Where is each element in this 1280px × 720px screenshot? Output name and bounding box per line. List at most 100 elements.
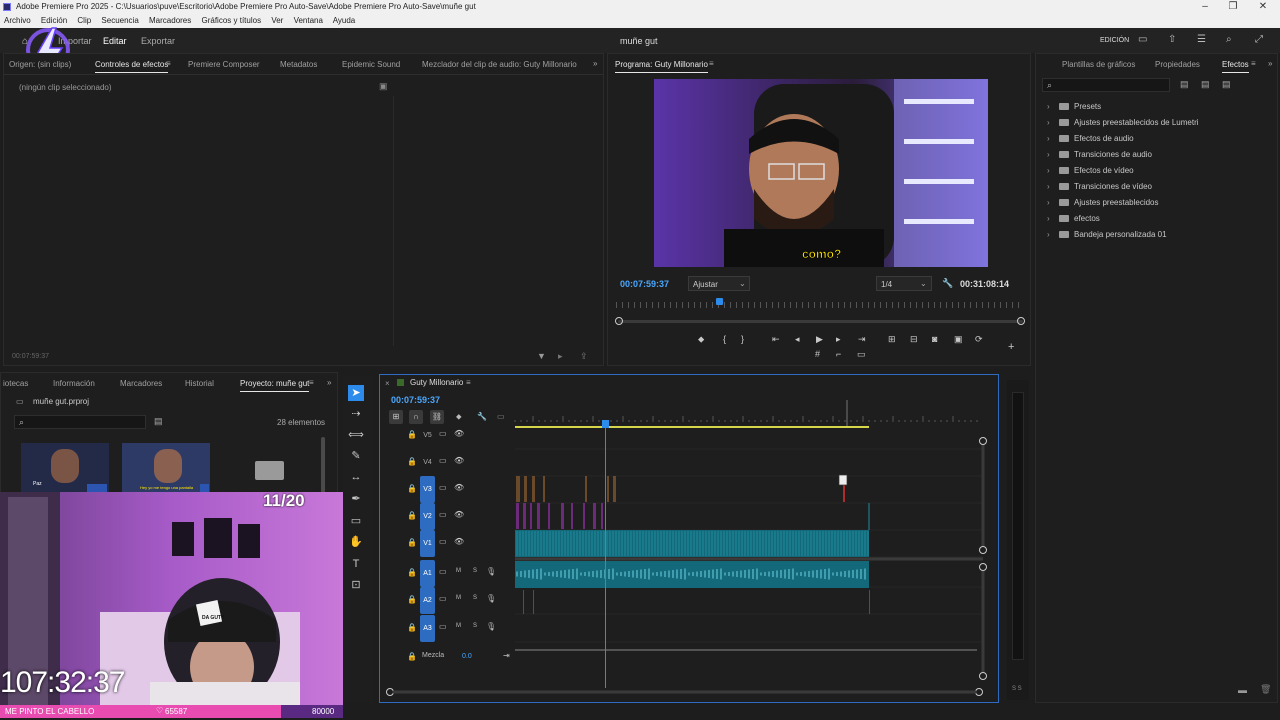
track-target-label[interactable]: V3 (420, 476, 435, 503)
mute-button[interactable]: M (456, 595, 461, 601)
sync-lock-icon[interactable]: ▭ (439, 483, 447, 492)
project-thumb-2[interactable]: Hey yo me tengo una pantalla (122, 443, 210, 493)
eye-icon[interactable]: 👁 (454, 456, 464, 465)
lock-icon[interactable]: 🔒 (407, 595, 417, 604)
close-button[interactable]: ✕ (1248, 0, 1278, 14)
maximize-button[interactable]: ❐ (1218, 0, 1248, 14)
eye-icon[interactable]: 👁 (454, 510, 464, 519)
add-button-icon[interactable]: + (1008, 341, 1014, 353)
lock-icon[interactable]: 🔒 (407, 568, 417, 577)
fullscreen-icon[interactable]: ⤢ (1255, 34, 1263, 45)
go-to-out-icon[interactable]: ⇥ (858, 334, 866, 345)
wrench-icon[interactable]: 🔧 (942, 278, 953, 289)
mic-icon[interactable]: 🎙 (486, 594, 496, 603)
tab-effect-controls[interactable]: Controles de efectos (95, 60, 169, 73)
track-header-a2[interactable]: 🔒 A2 ▭ M S 🎙 (400, 587, 512, 614)
track-target-label[interactable]: A1 (420, 560, 435, 587)
tab-audio-mixer[interactable]: Mezclador del clip de audio: Guty Millon… (422, 60, 577, 69)
expand-panels-icon[interactable]: » (593, 59, 597, 68)
delete-icon[interactable]: 🗑 (1260, 684, 1271, 695)
tab-epidemic-sound[interactable]: Epidemic Sound (342, 60, 400, 69)
mic-icon[interactable]: 🎙 (486, 567, 496, 576)
tab-project[interactable]: Proyecto: muñe gut (240, 379, 310, 392)
eye-icon[interactable]: 👁 (454, 429, 464, 438)
effects-item-video-transitions[interactable]: › Transiciones de vídeo (1047, 182, 1152, 191)
tab-menu-icon[interactable]: ≡ (166, 59, 171, 68)
menu-secuencia[interactable]: Secuencia (101, 16, 138, 25)
step-back-icon[interactable]: ◂ (795, 334, 800, 345)
add-marker-icon[interactable]: ⬥ (698, 334, 704, 345)
sync-lock-icon[interactable]: ▭ (439, 594, 447, 603)
new-bin-icon[interactable]: ▬ (1238, 685, 1247, 695)
slip-tool-icon[interactable]: ↔ (348, 469, 364, 485)
lock-icon[interactable]: 🔒 (407, 484, 417, 493)
go-to-in-icon[interactable]: ⇤ (772, 334, 780, 345)
tab-history[interactable]: Historial (185, 379, 214, 388)
close-sequence-icon[interactable]: × (385, 379, 390, 388)
accelerated-effects-icon[interactable]: ▤ (1180, 79, 1189, 90)
tab-premiere-composer[interactable]: Premiere Composer (188, 60, 260, 69)
effects-item-audio-effects[interactable]: › Efectos de audio (1047, 134, 1134, 143)
track-target-label[interactable]: V4 (420, 449, 435, 476)
search-icon[interactable]: ⌕ (1226, 34, 1232, 45)
effects-item-presets-2[interactable]: › Ajustes preestablecidos (1047, 198, 1159, 207)
lock-icon[interactable]: 🔒 (407, 538, 417, 547)
track-target-label[interactable]: V1 (420, 530, 435, 557)
caption-tool-icon[interactable]: ⊡ (348, 577, 364, 593)
program-ruler[interactable] (616, 302, 1024, 308)
track-header-v2[interactable]: 🔒 V2 ▭ 👁 (400, 503, 512, 530)
play-only-audio-icon[interactable]: ▸ (558, 351, 563, 362)
effects-item-efectos[interactable]: › efectos (1047, 214, 1100, 223)
sequence-menu-icon[interactable]: ≡ (466, 378, 471, 387)
lock-icon[interactable]: 🔒 (407, 652, 417, 661)
export-frame-icon[interactable]: ⇪ (580, 351, 588, 362)
track-target-label[interactable]: V5 (420, 422, 435, 449)
sync-lock-icon[interactable]: ▭ (439, 537, 447, 546)
lock-icon[interactable]: 🔒 (407, 623, 417, 632)
layout-icon[interactable]: ▭ (1138, 34, 1147, 45)
lock-icon[interactable]: 🔒 (407, 430, 417, 439)
track-target-label[interactable]: V2 (420, 503, 435, 530)
mute-button[interactable]: M (456, 623, 461, 629)
mic-icon[interactable]: 🎙 (486, 622, 496, 631)
lock-icon[interactable]: 🔒 (407, 457, 417, 466)
export-tab[interactable]: Exportar (141, 36, 175, 46)
zoom-handle-left[interactable] (615, 317, 623, 325)
step-forward-icon[interactable]: ▸ (836, 334, 841, 345)
effects-search-input[interactable]: ⌕ (1042, 78, 1170, 92)
menu-icon[interactable]: ☰ (1197, 34, 1206, 45)
track-target-label[interactable]: A3 (420, 615, 435, 642)
mark-out-icon[interactable]: } (741, 334, 744, 344)
extract-icon[interactable]: ⊟ (910, 334, 918, 345)
menu-ventana[interactable]: Ventana (294, 16, 323, 25)
fit-dropdown[interactable]: Ajustar ⌄ (688, 276, 750, 291)
play-icon[interactable]: ▶ (816, 334, 823, 345)
track-header-v5[interactable]: 🔒 V5 ▭ 👁 (400, 428, 512, 444)
track-header-v1[interactable]: 🔒 V1 ▭ 👁 (400, 530, 512, 557)
tab-info[interactable]: Información (53, 379, 95, 388)
expand-panels-icon[interactable]: » (1268, 59, 1272, 68)
sequence-tab[interactable]: Guty Millonario (410, 378, 463, 387)
tab-metadata[interactable]: Metadatos (280, 60, 317, 69)
menu-ver[interactable]: Ver (271, 16, 283, 25)
32bit-effects-icon[interactable]: ▤ (1201, 79, 1210, 90)
tab-source[interactable]: Origen: (sin clips) (9, 60, 71, 69)
crop-icon[interactable]: ⌐ (836, 349, 841, 359)
yuv-effects-icon[interactable]: ▤ (1222, 79, 1231, 90)
toggle-timeline-icon[interactable]: ▣ (379, 81, 388, 92)
eye-icon[interactable]: 👁 (454, 537, 464, 546)
quick-export-icon[interactable]: ⇧ (1168, 34, 1176, 45)
track-header-v4[interactable]: 🔒 V4 ▭ 👁 (400, 455, 512, 471)
lock-icon[interactable]: 🔒 (407, 511, 417, 520)
ripple-edit-tool-icon[interactable]: ⟺ (348, 427, 364, 443)
tab-libraries[interactable]: iotecas (3, 379, 28, 388)
menu-marcadores[interactable]: Marcadores (149, 16, 191, 25)
solo-button[interactable]: S (473, 568, 477, 574)
mix-end-icon[interactable]: ⇥ (503, 651, 510, 660)
new-bin-icon[interactable]: ▤ (154, 416, 163, 427)
track-header-v3[interactable]: 🔒 V3 ▭ 👁 (400, 476, 512, 503)
minimize-button[interactable]: – (1190, 0, 1220, 14)
effects-item-presets[interactable]: › Presets (1047, 102, 1101, 111)
tab-properties[interactable]: Propiedades (1155, 60, 1200, 69)
lift-icon[interactable]: ⊞ (888, 334, 896, 345)
